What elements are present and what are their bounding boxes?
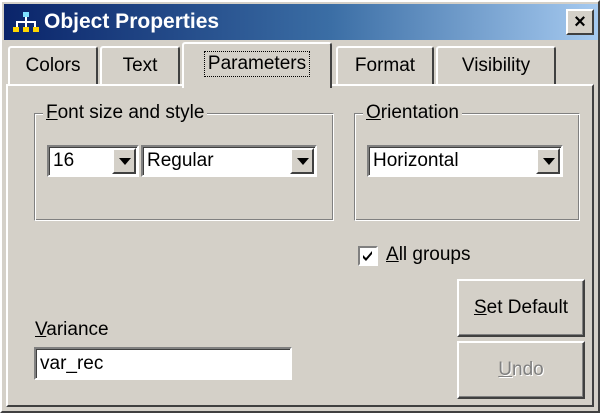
variance-label: Variance xyxy=(35,319,109,340)
font-size-value: 16 xyxy=(53,150,75,171)
tab-format-label: Format xyxy=(354,55,416,76)
font-style-dropdown[interactable]: Regular xyxy=(141,145,317,177)
undo-button[interactable]: Undo xyxy=(457,341,585,399)
tab-visibility[interactable]: Visibility xyxy=(436,46,556,84)
set-default-button[interactable]: Set Default xyxy=(457,279,585,337)
tab-text[interactable]: Text xyxy=(100,46,180,84)
tab-colors[interactable]: Colors xyxy=(8,46,98,84)
tab-parameters[interactable]: Parameters xyxy=(182,42,332,88)
title-bar[interactable]: Object Properties × xyxy=(4,4,598,40)
close-icon: × xyxy=(574,10,586,33)
all-groups-checkbox[interactable] xyxy=(358,246,378,266)
orientation-value: Horizontal xyxy=(373,150,459,171)
checkmark-icon xyxy=(363,251,372,261)
hierarchy-icon xyxy=(13,12,39,32)
tab-text-label: Text xyxy=(122,55,158,76)
chevron-down-icon[interactable] xyxy=(536,148,560,174)
font-size-dropdown[interactable]: 16 xyxy=(47,145,139,177)
close-button[interactable]: × xyxy=(566,9,594,35)
tab-parameters-label: Parameters xyxy=(203,51,311,77)
undo-label: Undo xyxy=(498,359,544,380)
set-default-label: Set Default xyxy=(473,297,568,318)
variance-input[interactable] xyxy=(34,347,292,380)
window-title: Object Properties xyxy=(44,10,220,33)
tab-format[interactable]: Format xyxy=(336,46,434,84)
orientation-label: Orientation xyxy=(363,102,462,124)
orientation-group: Orientation Horizontal xyxy=(354,102,580,221)
tab-visibility-label: Visibility xyxy=(461,55,531,76)
orientation-dropdown[interactable]: Horizontal xyxy=(367,145,563,177)
chevron-down-icon[interactable] xyxy=(112,148,136,174)
chevron-down-icon[interactable] xyxy=(290,148,314,174)
font-style-value: Regular xyxy=(147,150,214,171)
font-size-style-group: Font size and style 16 Regular xyxy=(34,102,334,221)
object-properties-dialog: Object Properties × Colors Text Paramete… xyxy=(0,0,600,413)
font-size-style-label: Font size and style xyxy=(43,102,208,124)
tab-colors-label: Colors xyxy=(25,55,81,76)
all-groups-label: All groups xyxy=(386,244,471,265)
